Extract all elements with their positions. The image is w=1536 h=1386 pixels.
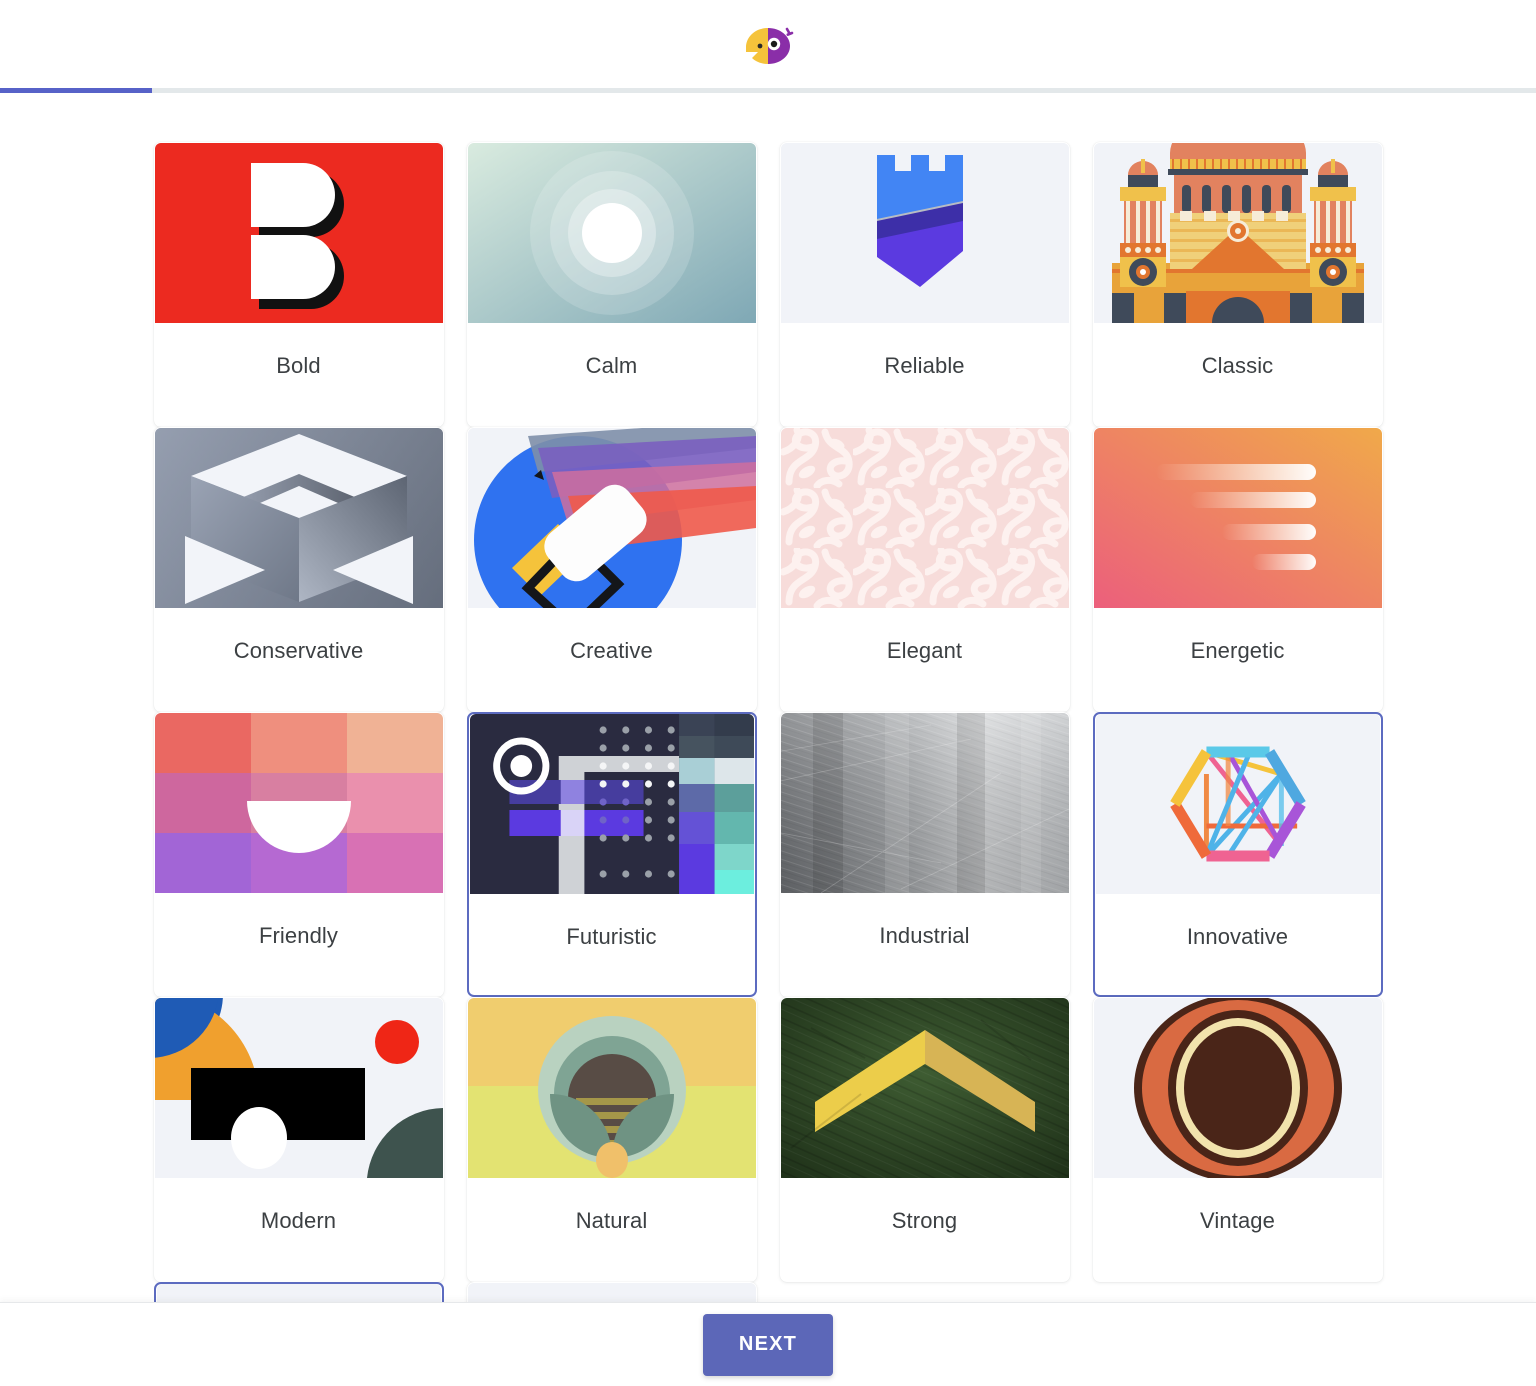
style-card-label: Futuristic — [566, 924, 657, 949]
style-card[interactable] — [466, 1282, 757, 1302]
style-card-label: Classic — [1201, 353, 1274, 378]
style-card-thumbnail — [1093, 998, 1382, 1178]
style-card-strong[interactable]: Strong — [779, 997, 1070, 1282]
style-card-thumbnail — [467, 1283, 756, 1302]
style-card-label: Energetic — [1190, 638, 1285, 663]
style-card-energetic[interactable]: Energetic — [1092, 427, 1383, 712]
style-card-elegant[interactable]: Elegant — [779, 427, 1070, 712]
style-card-thumbnail — [156, 1284, 441, 1302]
style-card-thumbnail — [1093, 143, 1382, 323]
style-card-label: Bold — [276, 353, 321, 378]
style-card-label: Conservative — [233, 638, 364, 663]
style-card-thumbnail — [780, 998, 1069, 1178]
style-card-vintage[interactable]: Vintage — [1092, 997, 1383, 1282]
style-card-thumbnail — [1095, 714, 1380, 894]
style-card-futuristic[interactable]: Futuristic — [466, 712, 757, 997]
style-card-thumbnail — [154, 713, 443, 893]
next-button[interactable]: NEXT — [703, 1313, 833, 1376]
style-card-label: Industrial — [879, 923, 970, 948]
style-card-calm[interactable]: Calm — [466, 142, 757, 427]
style-card-label: Reliable — [884, 353, 965, 378]
style-card-thumbnail — [467, 998, 756, 1178]
style-card-thumbnail — [154, 143, 443, 323]
style-card-bold[interactable]: Bold — [153, 142, 444, 427]
style-card[interactable] — [153, 1282, 444, 1302]
style-card-reliable[interactable]: Reliable — [779, 142, 1070, 427]
style-card-thumbnail — [780, 713, 1069, 893]
style-card-thumbnail — [467, 428, 756, 608]
style-card-label: Creative — [570, 638, 653, 663]
style-card-label: Modern — [260, 1208, 337, 1233]
style-card-friendly[interactable]: Friendly — [153, 712, 444, 997]
style-card-thumbnail — [780, 428, 1069, 608]
style-card-thumbnail — [469, 714, 754, 894]
style-card-label: Innovative — [1186, 924, 1289, 949]
style-card-label: Friendly — [258, 923, 339, 948]
style-card-conservative[interactable]: Conservative — [153, 427, 444, 712]
parrot-logo-icon — [740, 20, 796, 72]
style-card-thumbnail — [780, 143, 1069, 323]
style-card-classic[interactable]: Classic — [1092, 142, 1383, 427]
style-card-modern[interactable]: Modern — [153, 997, 444, 1282]
style-card-grid: Bold Calm Reliable Classic Conservative … — [152, 93, 1384, 1302]
style-selection-page: Bold Calm Reliable Classic Conservative … — [0, 0, 1536, 1386]
style-card-natural[interactable]: Natural — [466, 997, 757, 1282]
style-card-label: Natural — [575, 1208, 648, 1233]
style-card-industrial[interactable]: Industrial — [779, 712, 1070, 997]
style-card-thumbnail — [154, 428, 443, 608]
style-card-thumbnail — [467, 143, 756, 323]
app-header — [0, 0, 1536, 92]
style-card-innovative[interactable]: Innovative — [1092, 712, 1383, 997]
style-card-thumbnail — [154, 998, 443, 1178]
footer-bar: NEXT — [0, 1302, 1536, 1386]
style-card-thumbnail — [1093, 428, 1382, 608]
style-card-label: Strong — [891, 1208, 958, 1233]
style-card-creative[interactable]: Creative — [466, 427, 757, 712]
style-card-label: Vintage — [1200, 1208, 1275, 1233]
style-card-label: Elegant — [886, 638, 963, 663]
style-card-label: Calm — [585, 353, 638, 378]
style-grid-scroll-area[interactable]: Bold Calm Reliable Classic Conservative … — [0, 93, 1536, 1302]
